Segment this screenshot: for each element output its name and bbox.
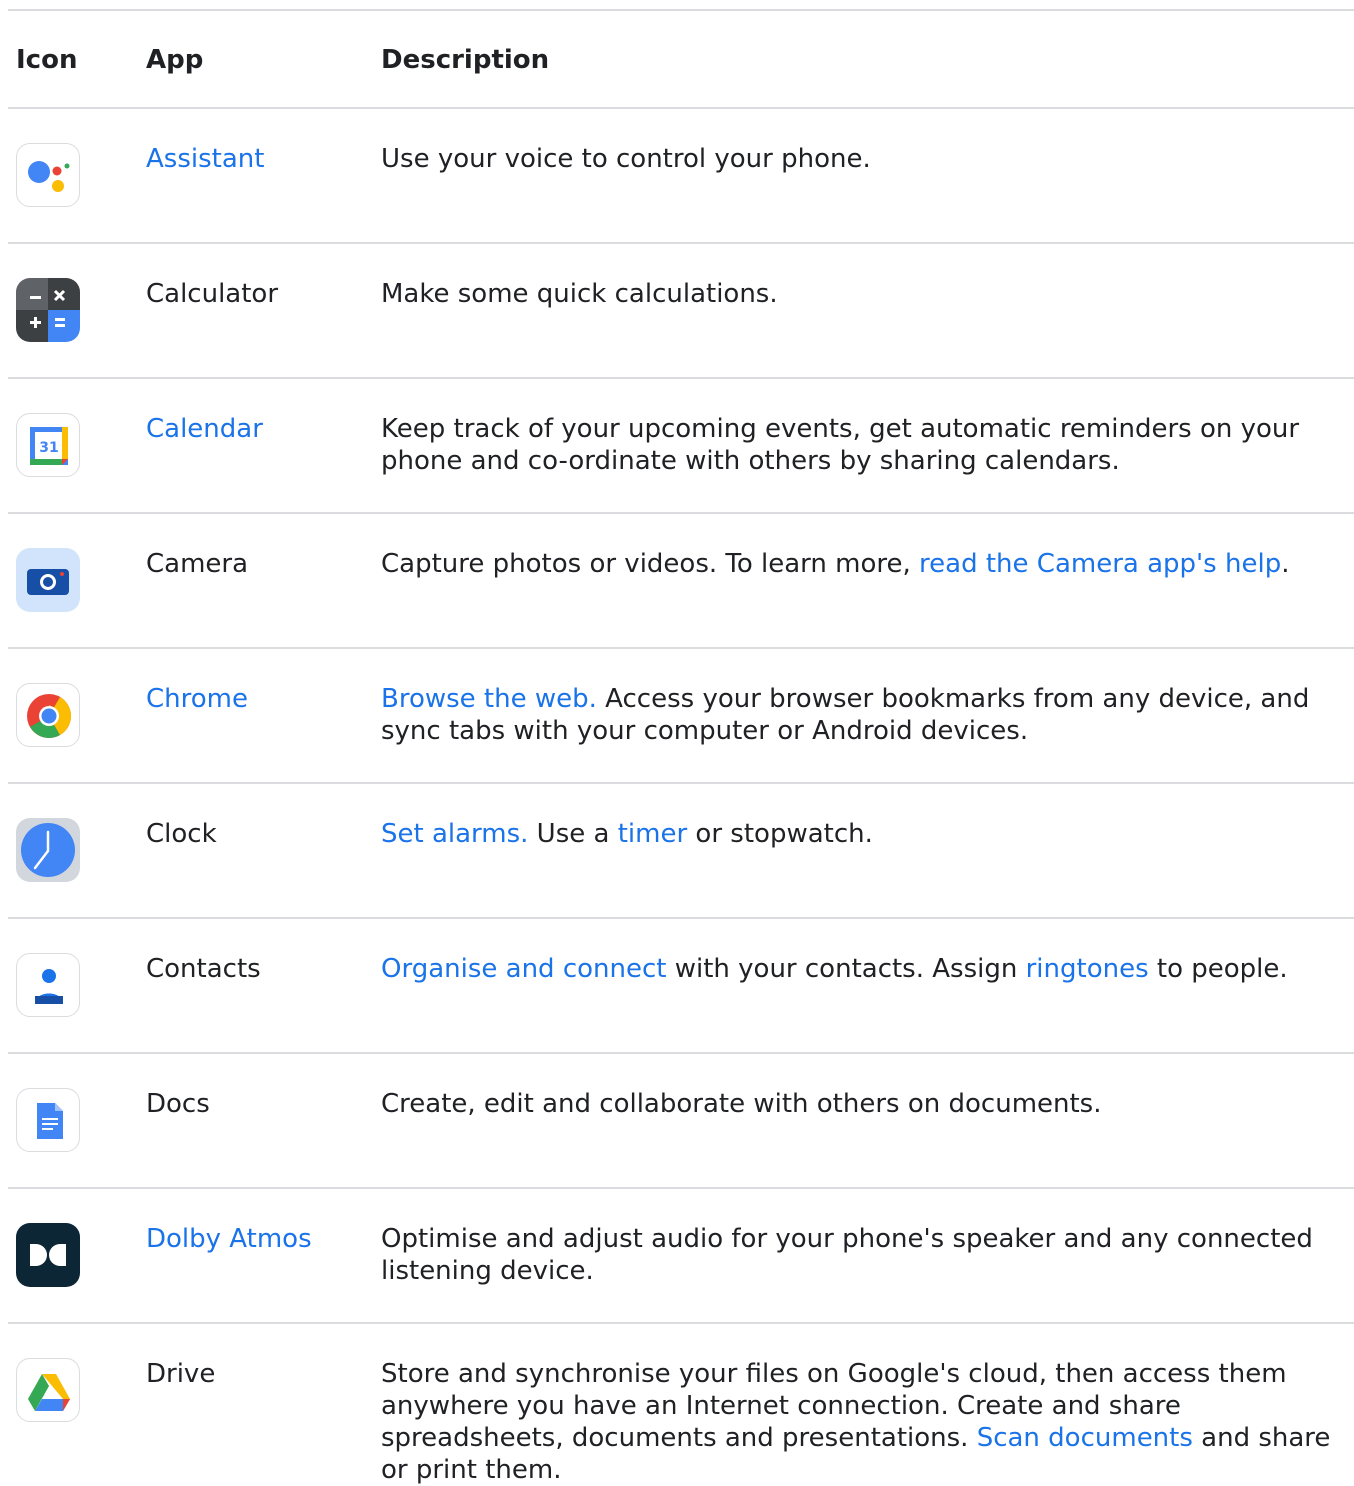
icon-cell xyxy=(16,953,80,1017)
icon-cell xyxy=(16,143,80,207)
docs-icon xyxy=(16,1088,80,1152)
icon-cell xyxy=(16,818,80,882)
icon-cell: 31 xyxy=(16,413,80,477)
calculator-icon xyxy=(16,278,80,342)
description-cell: Organise and connect with your contacts.… xyxy=(381,953,1354,985)
icon-cell xyxy=(16,1088,80,1152)
calendar-icon: 31 xyxy=(16,413,80,477)
header-description: Description xyxy=(381,45,550,75)
description-link[interactable]: Organise and connect xyxy=(381,954,666,984)
contacts-icon xyxy=(16,953,80,1017)
app-name: Camera xyxy=(146,549,249,579)
description-cell: Browse the web. Access your browser book… xyxy=(381,683,1354,747)
app-name-cell: Clock xyxy=(146,818,217,850)
table-row: Clock Set alarms. Use a timer or stopwatc… xyxy=(8,782,1354,917)
app-name-link[interactable]: Dolby Atmos xyxy=(146,1224,312,1254)
app-name-cell: Calculator xyxy=(146,278,278,310)
table-row: 31 Calendar Keep track of your upcoming ev… xyxy=(8,377,1354,512)
app-name-link[interactable]: Chrome xyxy=(146,684,248,714)
icon-cell xyxy=(16,683,80,747)
app-name: Docs xyxy=(146,1089,210,1119)
app-name-cell: Calendar xyxy=(146,413,263,445)
description-text: Optimise and adjust audio for your phone… xyxy=(381,1224,1313,1286)
app-name: Calculator xyxy=(146,279,279,309)
camera-icon xyxy=(16,548,80,612)
app-name-cell: Camera xyxy=(146,548,248,580)
table-header-row: Icon App Description xyxy=(8,9,1354,107)
description-text: . xyxy=(1281,549,1290,579)
description-cell: Use your voice to control your phone. xyxy=(381,143,1354,175)
header-app: App xyxy=(146,45,204,75)
clock-icon xyxy=(16,818,80,882)
app-name-cell: Assistant xyxy=(146,143,264,175)
table-row: Contacts Organise and connect with your c… xyxy=(8,917,1354,1052)
description-cell: Store and synchronise your files on Goog… xyxy=(381,1358,1354,1486)
app-name-link[interactable]: Assistant xyxy=(146,144,264,174)
table-row: Calculator Make some quick calculations. xyxy=(8,242,1354,377)
description-text: Use a xyxy=(528,819,618,849)
description-cell: Create, edit and collaborate with others… xyxy=(381,1088,1354,1120)
svg-text:31: 31 xyxy=(39,440,58,456)
description-text: Create, edit and collaborate with others… xyxy=(381,1089,1102,1119)
app-name-cell: Drive xyxy=(146,1358,215,1390)
description-link[interactable]: Scan documents xyxy=(977,1423,1193,1453)
app-name-cell: Docs xyxy=(146,1088,210,1120)
description-text: Use your voice to control your phone. xyxy=(381,144,871,174)
description-cell: Capture photos or videos. To learn more,… xyxy=(381,548,1354,580)
header-icon: Icon xyxy=(16,45,78,75)
icon-cell xyxy=(16,1358,80,1422)
description-text: Make some quick calculations. xyxy=(381,279,778,309)
description-link[interactable]: read the Camera app's help xyxy=(919,549,1281,579)
description-cell: Keep track of your upcoming events, get … xyxy=(381,413,1354,477)
description-text: with your contacts. Assign xyxy=(666,954,1026,984)
description-link[interactable]: Browse the web. xyxy=(381,684,597,714)
table-row: Camera Capture photos or videos. To learn… xyxy=(8,512,1354,647)
description-text: Keep track of your upcoming events, get … xyxy=(381,414,1300,476)
description-link[interactable]: Set alarms. xyxy=(381,819,528,849)
app-name-cell: Dolby Atmos xyxy=(146,1223,312,1255)
description-link[interactable]: ringtones xyxy=(1026,954,1149,984)
icon-cell xyxy=(16,278,80,342)
description-cell: Make some quick calculations. xyxy=(381,278,1354,310)
icon-cell xyxy=(16,1223,80,1287)
description-cell: Set alarms. Use a timer or stopwatch. xyxy=(381,818,1354,850)
description-text: to people. xyxy=(1148,954,1288,984)
app-name-link[interactable]: Calendar xyxy=(146,414,263,444)
description-link[interactable]: timer xyxy=(618,819,687,849)
description-cell: Optimise and adjust audio for your phone… xyxy=(381,1223,1354,1287)
app-name-cell: Contacts xyxy=(146,953,261,985)
description-text: or stopwatch. xyxy=(687,819,873,849)
description-text: Capture photos or videos. To learn more, xyxy=(381,549,920,579)
app-name-cell: Chrome xyxy=(146,683,248,715)
app-name: Clock xyxy=(146,819,217,849)
icon-cell xyxy=(16,548,80,612)
chrome-icon xyxy=(16,683,80,747)
table-row: Docs Create, edit and collaborate with ot… xyxy=(8,1052,1354,1187)
table-row: Assistant Use your voice to control your … xyxy=(8,107,1354,242)
table-row: Chrome Browse the web. Access your browse… xyxy=(8,647,1354,782)
table-row: Drive Store and synchronise your files on… xyxy=(8,1322,1354,1485)
app-name: Contacts xyxy=(146,954,261,984)
app-name: Drive xyxy=(146,1359,216,1389)
apps-table: Icon App Description Assistant Use your v… xyxy=(8,9,1354,1485)
table-row: Dolby Atmos Optimise and adjust audio for… xyxy=(8,1187,1354,1322)
dolby-atmos-icon xyxy=(16,1223,80,1287)
assistant-icon xyxy=(16,143,80,207)
drive-icon xyxy=(16,1358,80,1422)
